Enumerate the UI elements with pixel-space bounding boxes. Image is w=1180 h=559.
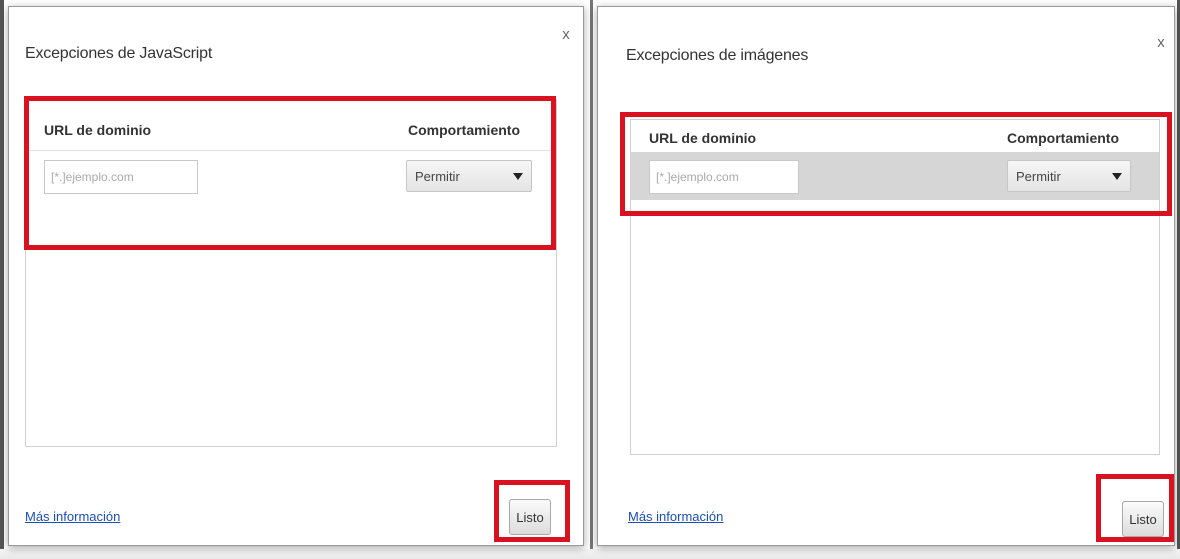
exceptions-list: URL de dominio Comportamiento Permitir — [25, 99, 557, 447]
close-icon: x — [562, 25, 570, 43]
backdrop-edge-left — [0, 0, 4, 559]
image-exceptions-dialog: Excepciones de imágenes x URL de dominio… — [597, 6, 1175, 546]
behavior-select[interactable]: Permitir — [1007, 160, 1131, 192]
behavior-select-value: Permitir — [415, 168, 460, 184]
chevron-down-icon — [1112, 173, 1122, 180]
screenshot-canvas: Excepciones de JavaScript x URL de domin… — [0, 0, 1180, 559]
close-button[interactable]: x — [557, 25, 575, 43]
more-info-link[interactable]: Más información — [25, 509, 120, 524]
exceptions-list: URL de dominio Comportamiento Permitir — [630, 119, 1160, 455]
behavior-select[interactable]: Permitir — [406, 160, 532, 192]
close-button[interactable]: x — [1152, 33, 1170, 51]
dialog-title: Excepciones de JavaScript — [25, 45, 213, 62]
column-header-url: URL de dominio — [649, 130, 757, 146]
done-button[interactable]: Listo — [1122, 501, 1164, 537]
dialog-title: Excepciones de imágenes — [626, 47, 809, 64]
column-header-behavior: Comportamiento — [1007, 130, 1119, 146]
close-icon: x — [1157, 33, 1165, 51]
domain-url-input[interactable] — [44, 160, 198, 194]
backdrop-edge-middle — [590, 0, 593, 559]
done-button[interactable]: Listo — [509, 499, 551, 535]
column-header-url: URL de dominio — [44, 122, 152, 138]
chevron-down-icon — [513, 173, 523, 180]
more-info-link[interactable]: Más información — [628, 509, 723, 524]
header-divider — [26, 150, 556, 151]
domain-url-input[interactable] — [649, 160, 799, 194]
behavior-select-value: Permitir — [1016, 168, 1061, 184]
backdrop-bottom-strip — [0, 549, 1180, 559]
exception-row-selected[interactable]: Permitir — [631, 152, 1159, 200]
column-header-behavior: Comportamiento — [408, 122, 520, 138]
javascript-exceptions-dialog: Excepciones de JavaScript x URL de domin… — [8, 6, 584, 546]
